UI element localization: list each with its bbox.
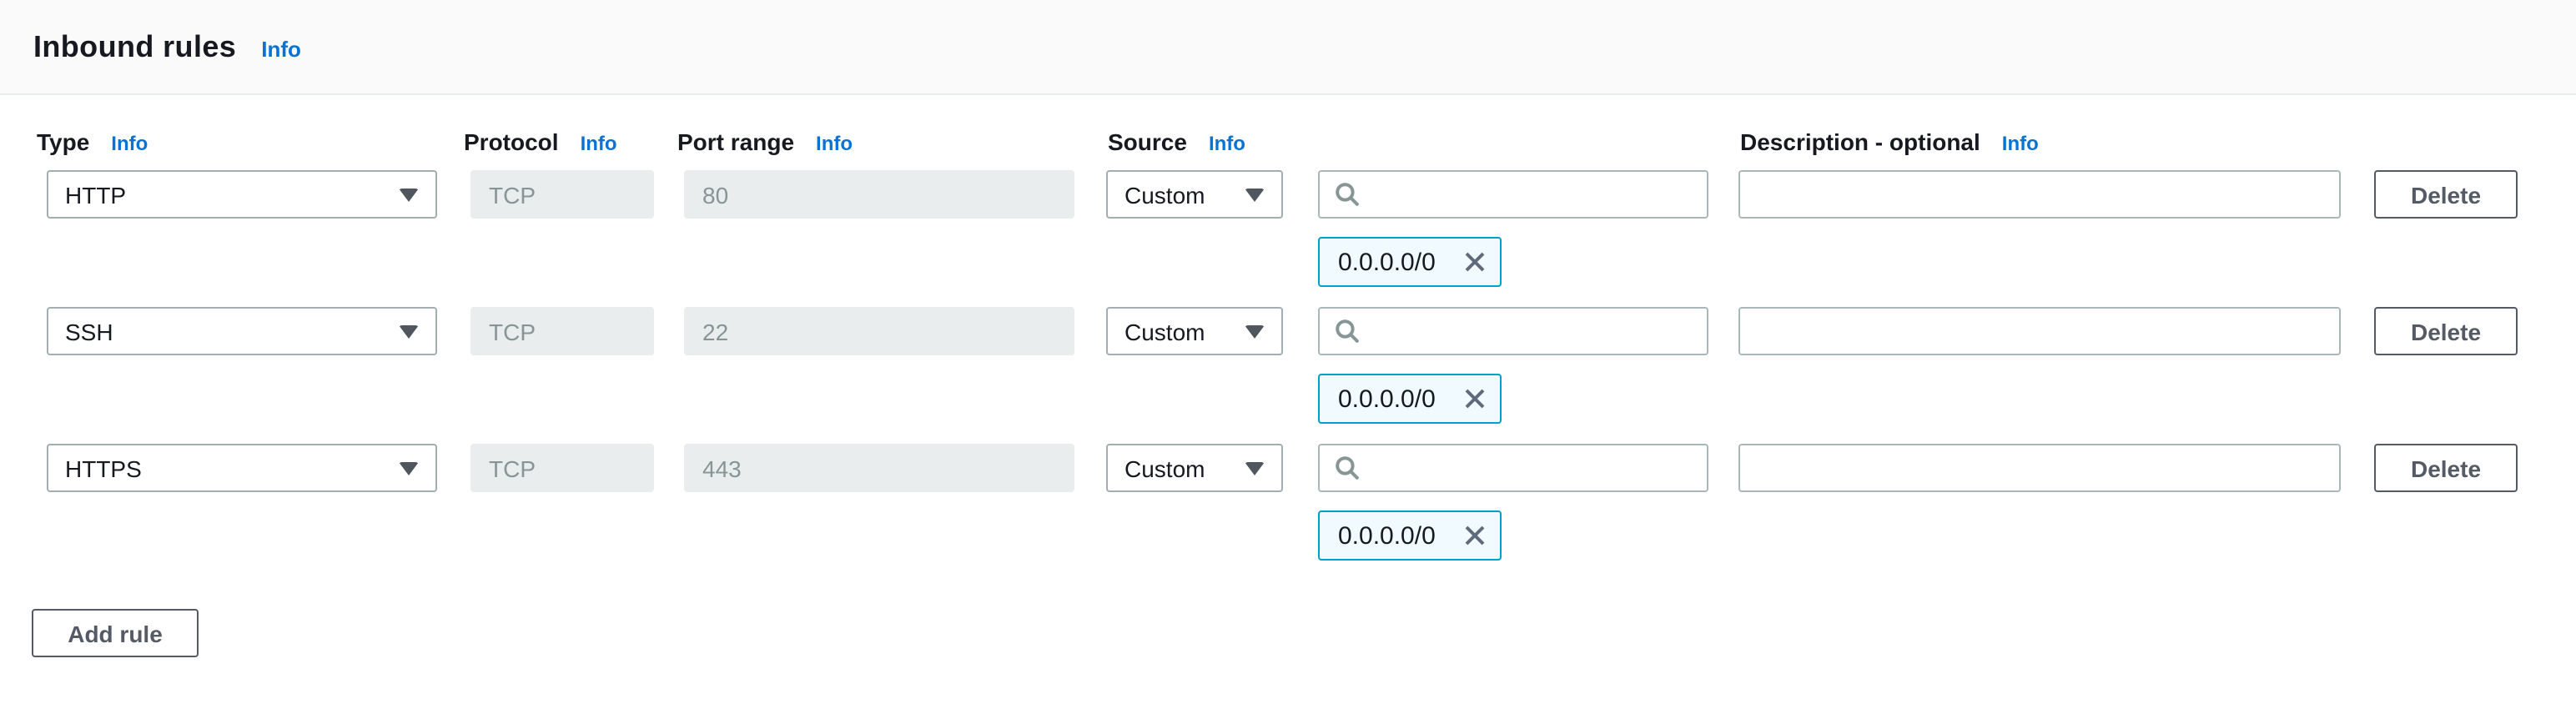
caret-down-icon [399, 188, 419, 201]
panel-header: Inbound rules Info [0, 0, 2576, 95]
rule-row-https: HTTPS Custom Delete 0.0.0.0/0 [0, 444, 2576, 564]
caret-down-icon [1245, 324, 1265, 338]
page-title: Inbound rules [33, 29, 236, 64]
caret-down-icon [399, 324, 419, 338]
type-select-value: SSH [65, 318, 399, 344]
description-input[interactable] [1738, 170, 2341, 219]
description-input[interactable] [1738, 307, 2341, 355]
delete-button[interactable]: Delete [2374, 307, 2518, 355]
source-mode-select-value: Custom [1124, 318, 1245, 344]
source-mode-select[interactable]: Custom [1106, 444, 1283, 492]
token-remove-button[interactable] [1462, 386, 1487, 411]
port-range-input [684, 307, 1074, 355]
source-mode-select-value: Custom [1124, 455, 1245, 481]
caret-down-icon [1245, 461, 1265, 475]
source-search-input[interactable] [1371, 453, 1693, 483]
type-select[interactable]: SSH [47, 307, 437, 355]
cidr-token-value: 0.0.0.0/0 [1338, 385, 1462, 413]
port-range-label: Port range [677, 128, 794, 155]
source-search-input[interactable] [1371, 179, 1693, 209]
description-info-link[interactable]: Info [2002, 132, 2039, 155]
description-input[interactable] [1738, 444, 2341, 492]
type-select-value: HTTP [65, 181, 399, 208]
protocol-input [470, 307, 654, 355]
inbound-rules-info-link[interactable]: Info [261, 36, 301, 61]
cidr-token: 0.0.0.0/0 [1318, 510, 1502, 561]
source-search-box[interactable] [1318, 444, 1708, 492]
source-info-link[interactable]: Info [1209, 132, 1245, 155]
cidr-token-value: 0.0.0.0/0 [1338, 521, 1462, 550]
caret-down-icon [399, 461, 419, 475]
protocol-label: Protocol [464, 128, 559, 155]
port-range-info-link[interactable]: Info [816, 132, 853, 155]
type-select[interactable]: HTTPS [47, 444, 437, 492]
source-search-box[interactable] [1318, 170, 1708, 219]
caret-down-icon [1245, 188, 1265, 201]
rule-row-ssh: SSH Custom Delete 0.0.0.0/0 [0, 307, 2576, 427]
source-search-input[interactable] [1371, 316, 1693, 346]
search-icon [1335, 455, 1360, 480]
type-info-link[interactable]: Info [111, 132, 148, 155]
close-icon [1462, 250, 1486, 274]
source-label: Source [1108, 128, 1187, 155]
search-icon [1335, 182, 1360, 207]
cidr-token: 0.0.0.0/0 [1318, 374, 1502, 424]
token-remove-button[interactable] [1462, 523, 1487, 548]
column-header-source: Source Info [1108, 128, 1245, 157]
add-rule-button[interactable]: Add rule [32, 609, 199, 657]
source-mode-select[interactable]: Custom [1106, 170, 1283, 219]
protocol-info-link[interactable]: Info [581, 132, 617, 155]
close-icon [1462, 387, 1486, 410]
port-range-input [684, 444, 1074, 492]
column-header-protocol: Protocol Info [464, 128, 617, 157]
type-select-value: HTTPS [65, 455, 399, 481]
type-label: Type [37, 128, 89, 155]
token-remove-button[interactable] [1462, 249, 1487, 274]
inbound-rules-panel: Inbound rules Info Type Info Protocol In… [0, 0, 2576, 714]
cidr-token: 0.0.0.0/0 [1318, 237, 1502, 287]
port-range-input [684, 170, 1074, 219]
column-header-type: Type Info [37, 128, 148, 157]
rule-row-http: HTTP Custom Delete 0.0.0.0/0 [0, 170, 2576, 290]
description-label: Description - optional [1740, 128, 1980, 155]
protocol-input [470, 444, 654, 492]
source-mode-select-value: Custom [1124, 181, 1245, 208]
source-mode-select[interactable]: Custom [1106, 307, 1283, 355]
cidr-token-value: 0.0.0.0/0 [1338, 248, 1462, 276]
close-icon [1462, 524, 1486, 547]
search-icon [1335, 319, 1360, 344]
column-header-description: Description - optional Info [1740, 128, 2039, 157]
source-search-box[interactable] [1318, 307, 1708, 355]
column-header-port-range: Port range Info [677, 128, 853, 157]
delete-button[interactable]: Delete [2374, 170, 2518, 219]
delete-button[interactable]: Delete [2374, 444, 2518, 492]
type-select[interactable]: HTTP [47, 170, 437, 219]
protocol-input [470, 170, 654, 219]
